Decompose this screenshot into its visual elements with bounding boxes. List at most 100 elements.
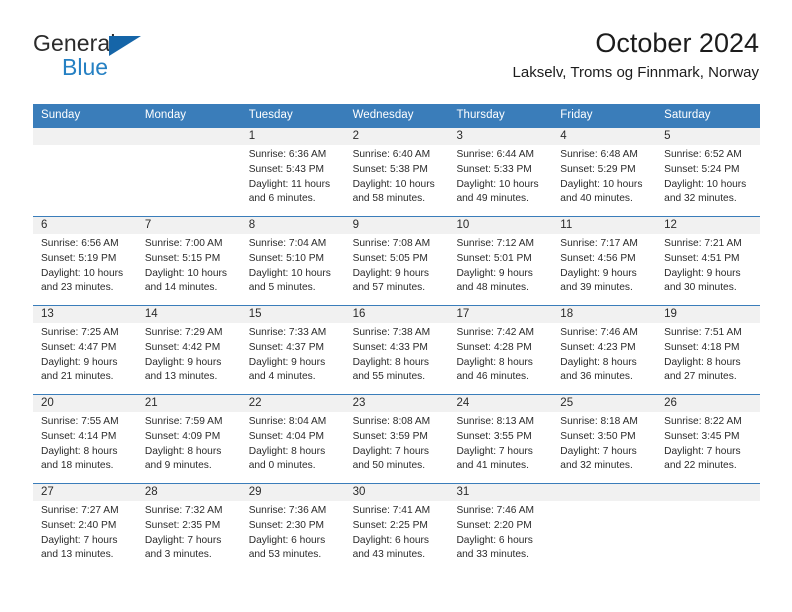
- daylight-text-line1: Daylight: 10 hours: [560, 178, 643, 190]
- day-info: Sunrise: 6:40 AM Sunset: 5:38 PM Dayligh…: [345, 145, 449, 206]
- day-cell[interactable]: 21 Sunrise: 7:59 AM Sunset: 4:09 PM Dayl…: [136, 395, 241, 484]
- day-info: Sunrise: 7:41 AM Sunset: 2:25 PM Dayligh…: [345, 501, 449, 562]
- day-cell[interactable]: 17 Sunrise: 7:42 AM Sunset: 4:28 PM Dayl…: [448, 306, 553, 395]
- day-cell[interactable]: 11 Sunrise: 7:17 AM Sunset: 4:56 PM Dayl…: [552, 217, 657, 306]
- week-row: 27 Sunrise: 7:27 AM Sunset: 2:40 PM Dayl…: [33, 483, 761, 574]
- day-cell[interactable]: 13 Sunrise: 7:25 AM Sunset: 4:47 PM Dayl…: [33, 306, 137, 395]
- daylight-text-line2: and 55 minutes.: [352, 371, 426, 383]
- day-cell[interactable]: 22 Sunrise: 8:04 AM Sunset: 4:04 PM Dayl…: [240, 395, 345, 484]
- day-number: 31: [448, 484, 553, 502]
- sunrise-text: Sunrise: 6:44 AM: [456, 149, 535, 161]
- daylight-text-line2: and 0 minutes.: [248, 460, 316, 472]
- daylight-text-line1: Daylight: 8 hours: [664, 356, 741, 368]
- sunrise-text: Sunrise: 7:25 AM: [41, 327, 119, 339]
- daylight-text-line2: and 3 minutes.: [144, 549, 212, 561]
- day-cell[interactable]: 1 Sunrise: 6:36 AM Sunset: 5:43 PM Dayli…: [240, 128, 345, 217]
- sunrise-text: Sunrise: 7:51 AM: [664, 327, 742, 339]
- sunset-text: Sunset: 4:09 PM: [144, 430, 221, 442]
- day-info: Sunrise: 7:27 AM Sunset: 2:40 PM Dayligh…: [33, 501, 137, 562]
- day-cell[interactable]: 5 Sunrise: 6:52 AM Sunset: 5:24 PM Dayli…: [656, 128, 761, 217]
- sunrise-text: Sunrise: 7:08 AM: [352, 238, 431, 250]
- daylight-text-line2: and 39 minutes.: [560, 282, 633, 294]
- daylight-text-line2: and 9 minutes.: [144, 460, 212, 472]
- sunset-text: Sunset: 5:43 PM: [248, 163, 325, 175]
- day-cell[interactable]: 27 Sunrise: 7:27 AM Sunset: 2:40 PM Dayl…: [33, 484, 137, 573]
- daylight-text-line1: Daylight: 9 hours: [352, 267, 430, 279]
- day-cell[interactable]: 12 Sunrise: 7:21 AM Sunset: 4:51 PM Dayl…: [656, 217, 761, 306]
- day-number: 18: [552, 306, 657, 324]
- day-number: 3: [448, 128, 553, 146]
- weekday-header-monday: Monday: [144, 109, 187, 121]
- day-number: 20: [33, 395, 137, 413]
- day-cell[interactable]: 24 Sunrise: 8:13 AM Sunset: 3:55 PM Dayl…: [448, 395, 553, 484]
- sunrise-text: Sunrise: 7:27 AM: [41, 505, 119, 517]
- day-cell[interactable]: 28 Sunrise: 7:32 AM Sunset: 2:35 PM Dayl…: [136, 484, 241, 573]
- daylight-text-line1: Daylight: 7 hours: [352, 445, 430, 457]
- day-cell[interactable]: 25 Sunrise: 8:18 AM Sunset: 3:50 PM Dayl…: [552, 395, 657, 484]
- sunset-text: Sunset: 5:19 PM: [41, 252, 117, 264]
- day-number: 16: [344, 306, 449, 324]
- day-cell[interactable]: 2 Sunrise: 6:40 AM Sunset: 5:38 PM Dayli…: [344, 128, 449, 217]
- day-number: 13: [33, 306, 137, 324]
- daylight-text-line2: and 36 minutes.: [560, 371, 633, 383]
- title-block: October 2024 Lakselv, Troms og Finnmark,…: [513, 28, 759, 82]
- day-info: Sunrise: 6:44 AM Sunset: 5:33 PM Dayligh…: [448, 145, 552, 206]
- day-info: Sunrise: 7:33 AM Sunset: 4:37 PM Dayligh…: [241, 323, 345, 384]
- sunrise-text: Sunrise: 8:18 AM: [560, 416, 638, 428]
- day-number: 21: [136, 395, 241, 413]
- day-number: 24: [448, 395, 553, 413]
- day-info: Sunrise: 7:04 AM Sunset: 5:10 PM Dayligh…: [241, 234, 345, 295]
- daylight-text-line2: and 57 minutes.: [352, 282, 426, 294]
- day-cell[interactable]: 6 Sunrise: 6:56 AM Sunset: 5:19 PM Dayli…: [33, 217, 137, 306]
- day-info: Sunrise: 7:12 AM Sunset: 5:01 PM Dayligh…: [448, 234, 552, 295]
- sunrise-text: Sunrise: 7:32 AM: [144, 505, 223, 517]
- calendar-grid: Sunday Monday Tuesday Wednesday Thursday…: [33, 104, 761, 574]
- sunrise-text: Sunrise: 7:17 AM: [560, 238, 638, 250]
- sunset-text: Sunset: 4:37 PM: [248, 341, 325, 353]
- sunset-text: Sunset: 5:10 PM: [248, 252, 325, 264]
- day-cell[interactable]: 9 Sunrise: 7:08 AM Sunset: 5:05 PM Dayli…: [344, 217, 449, 306]
- day-number: 5: [656, 128, 761, 146]
- day-number: 8: [240, 217, 345, 235]
- day-cell[interactable]: 8 Sunrise: 7:04 AM Sunset: 5:10 PM Dayli…: [240, 217, 345, 306]
- day-cell[interactable]: 4 Sunrise: 6:48 AM Sunset: 5:29 PM Dayli…: [552, 128, 657, 217]
- day-cell[interactable]: 29 Sunrise: 7:36 AM Sunset: 2:30 PM Dayl…: [240, 484, 345, 573]
- daylight-text-line2: and 14 minutes.: [144, 282, 218, 294]
- day-number: [33, 128, 137, 146]
- day-cell[interactable]: 16 Sunrise: 7:38 AM Sunset: 4:33 PM Dayl…: [344, 306, 449, 395]
- day-cell[interactable]: 19 Sunrise: 7:51 AM Sunset: 4:18 PM Dayl…: [656, 306, 761, 395]
- day-info: Sunrise: 7:38 AM Sunset: 4:33 PM Dayligh…: [345, 323, 449, 384]
- sunset-text: Sunset: 4:47 PM: [41, 341, 117, 353]
- day-info: Sunrise: 6:52 AM Sunset: 5:24 PM Dayligh…: [656, 145, 760, 206]
- day-cell[interactable]: 10 Sunrise: 7:12 AM Sunset: 5:01 PM Dayl…: [448, 217, 553, 306]
- day-cell[interactable]: 14 Sunrise: 7:29 AM Sunset: 4:42 PM Dayl…: [136, 306, 241, 395]
- day-info: Sunrise: 8:13 AM Sunset: 3:55 PM Dayligh…: [448, 412, 552, 473]
- day-cell[interactable]: 18 Sunrise: 7:46 AM Sunset: 4:23 PM Dayl…: [552, 306, 657, 395]
- day-number: 15: [240, 306, 345, 324]
- weekday-header-wednesday: Wednesday: [352, 109, 414, 121]
- daylight-text-line1: Daylight: 11 hours: [248, 178, 331, 190]
- day-cell[interactable]: 30 Sunrise: 7:41 AM Sunset: 2:25 PM Dayl…: [344, 484, 449, 573]
- day-cell[interactable]: 20 Sunrise: 7:55 AM Sunset: 4:14 PM Dayl…: [33, 395, 137, 484]
- sunrise-text: Sunrise: 8:08 AM: [352, 416, 431, 428]
- daylight-text-line1: Daylight: 8 hours: [144, 445, 222, 457]
- day-cell[interactable]: 15 Sunrise: 7:33 AM Sunset: 4:37 PM Dayl…: [240, 306, 345, 395]
- day-cell[interactable]: 7 Sunrise: 7:00 AM Sunset: 5:15 PM Dayli…: [136, 217, 241, 306]
- day-number: 4: [552, 128, 657, 146]
- day-info: Sunrise: 7:59 AM Sunset: 4:09 PM Dayligh…: [137, 412, 241, 473]
- daylight-text-line1: Daylight: 9 hours: [41, 356, 118, 368]
- sunset-text: Sunset: 2:20 PM: [456, 519, 532, 531]
- sunrise-text: Sunrise: 6:56 AM: [41, 238, 119, 250]
- sunrise-text: Sunrise: 7:46 AM: [560, 327, 638, 339]
- day-info: Sunrise: 7:55 AM Sunset: 4:14 PM Dayligh…: [33, 412, 137, 473]
- day-cell[interactable]: 26 Sunrise: 8:22 AM Sunset: 3:45 PM Dayl…: [656, 395, 761, 484]
- sunset-text: Sunset: 3:50 PM: [560, 430, 636, 442]
- day-number: 25: [552, 395, 657, 413]
- calendar-page: General Blue October 2024 Lakselv, Troms…: [0, 0, 792, 612]
- day-cell[interactable]: 31 Sunrise: 7:46 AM Sunset: 2:20 PM Dayl…: [448, 484, 553, 573]
- day-number: 22: [240, 395, 345, 413]
- day-cell[interactable]: 3 Sunrise: 6:44 AM Sunset: 5:33 PM Dayli…: [448, 128, 553, 217]
- day-cell[interactable]: 23 Sunrise: 8:08 AM Sunset: 3:59 PM Dayl…: [344, 395, 449, 484]
- sunset-text: Sunset: 5:29 PM: [560, 163, 636, 175]
- day-number: 9: [344, 217, 449, 235]
